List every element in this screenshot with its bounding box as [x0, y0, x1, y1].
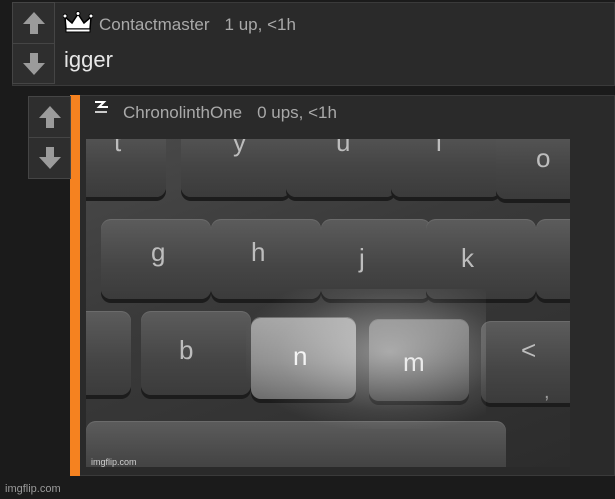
key-comma: , — [544, 381, 550, 403]
key: y — [181, 139, 291, 197]
spacebar — [86, 421, 506, 467]
crown-icon — [62, 11, 94, 38]
key: i — [391, 139, 501, 197]
key: b — [141, 311, 251, 395]
upvote-button[interactable] — [29, 97, 70, 137]
comment-meta: ChronolinthOne 0 ups, <1h — [93, 100, 337, 123]
key: h — [211, 219, 321, 299]
key: j — [321, 219, 431, 299]
comment-text: igger — [64, 47, 113, 72]
key: u — [286, 139, 396, 197]
image-watermark: imgflip.com — [91, 457, 137, 467]
reply-accent-bar — [70, 95, 80, 476]
key: n — [251, 317, 356, 399]
vote-box — [28, 96, 71, 179]
key: k — [426, 219, 536, 299]
comment-meta: Contactmaster 1 up, <1h — [62, 11, 296, 38]
arrow-down-icon — [22, 52, 45, 75]
arrow-up-icon — [38, 106, 61, 128]
upvote-button[interactable] — [13, 3, 54, 43]
points-timestamp: 1 up, <1h — [224, 14, 296, 34]
downvote-button[interactable] — [13, 43, 54, 83]
key: < — [481, 321, 570, 403]
arrow-up-icon — [22, 12, 45, 34]
points-timestamp: 0 ups, <1h — [257, 103, 337, 122]
comment-image-keyboard[interactable]: t y u i o g h j k b n m < , imgflip.com — [86, 139, 570, 467]
vote-box — [12, 2, 55, 84]
footer-watermark: imgflip.com — [5, 483, 61, 495]
key: t — [86, 139, 166, 197]
downvote-button[interactable] — [29, 137, 70, 177]
key: m — [369, 319, 469, 401]
arrow-down-icon — [38, 146, 61, 169]
lightning-icon — [93, 100, 111, 119]
key: g — [101, 219, 211, 299]
key — [86, 311, 131, 395]
key: o — [496, 139, 570, 199]
username[interactable]: Contactmaster — [99, 15, 210, 35]
username[interactable]: ChronolinthOne — [123, 103, 242, 123]
key — [536, 219, 570, 299]
